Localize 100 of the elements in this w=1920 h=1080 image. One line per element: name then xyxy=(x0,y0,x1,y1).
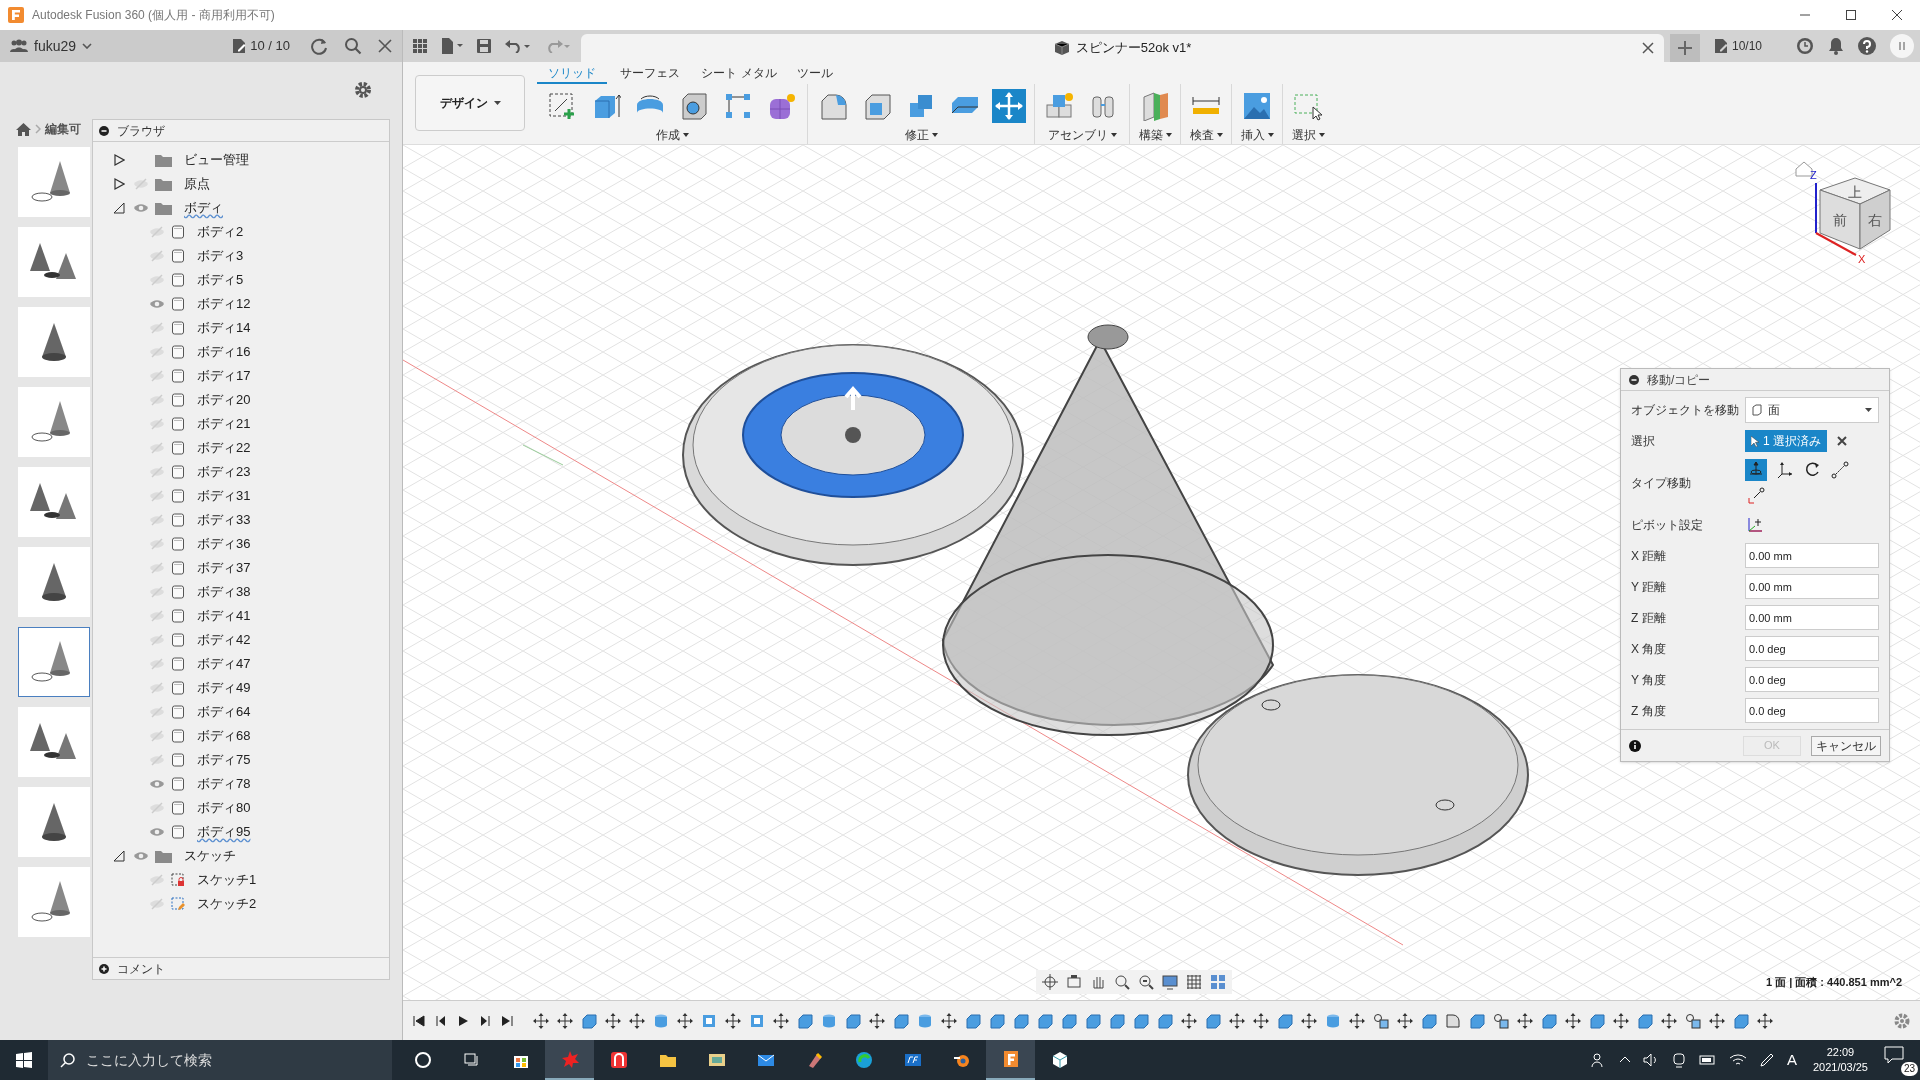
tree-item-label[interactable]: ボディ xyxy=(184,198,223,218)
clear-selection-icon[interactable] xyxy=(1837,436,1847,446)
undo-icon[interactable] xyxy=(505,39,531,53)
free-move-icon[interactable] xyxy=(1745,459,1767,481)
body-feature-icon[interactable] xyxy=(893,1012,909,1029)
fusion-app-icon[interactable] xyxy=(986,1040,1035,1080)
step-back-icon[interactable] xyxy=(435,1014,447,1027)
caret-icon[interactable] xyxy=(1267,133,1274,137)
split-feature-icon[interactable] xyxy=(1493,1012,1509,1029)
cylinder-feature-icon[interactable] xyxy=(653,1012,669,1029)
viewports-icon[interactable] xyxy=(1210,974,1226,990)
tree-item-label[interactable]: ボディ80 xyxy=(197,798,251,818)
body-feature-icon[interactable] xyxy=(1637,1012,1653,1029)
tree-item-label[interactable]: ボディ95 xyxy=(197,822,251,842)
value-input[interactable]: 0.0 deg xyxy=(1745,667,1879,692)
notification-icon[interactable] xyxy=(1884,1046,1904,1064)
body-feature-icon[interactable] xyxy=(1061,1012,1077,1029)
split-feature-icon[interactable] xyxy=(1373,1012,1389,1029)
move-feature-icon[interactable] xyxy=(1613,1012,1629,1029)
tree-item-label[interactable]: スケッチ xyxy=(184,846,236,866)
file-menu-icon[interactable] xyxy=(441,38,463,54)
move-feature-icon[interactable] xyxy=(941,1012,957,1029)
caret-icon[interactable] xyxy=(931,133,938,137)
skip-to-end-icon[interactable] xyxy=(501,1014,513,1027)
collapsed-triangle-icon[interactable] xyxy=(113,154,125,166)
bell-icon[interactable] xyxy=(1828,37,1844,55)
design-thumbnail[interactable] xyxy=(18,627,90,697)
tree-item-label[interactable]: ボディ41 xyxy=(197,606,251,626)
caret-icon[interactable] xyxy=(1318,133,1325,137)
body-feature-icon[interactable] xyxy=(1013,1012,1029,1029)
body-feature-icon[interactable] xyxy=(1469,1012,1485,1029)
tree-item-label[interactable]: ボディ12 xyxy=(197,294,251,314)
design-thumbnail[interactable] xyxy=(18,787,90,857)
ribbon-tab[interactable]: シート メタル xyxy=(693,64,785,84)
move-feature-icon[interactable] xyxy=(1301,1012,1317,1029)
expand-icon[interactable] xyxy=(99,963,109,974)
design-thumbnail[interactable] xyxy=(18,387,90,457)
move-feature-icon[interactable] xyxy=(1709,1012,1725,1029)
fit-icon[interactable] xyxy=(1138,974,1154,990)
team-dropdown[interactable]: fuku29 xyxy=(34,35,93,57)
zoom-icon[interactable] xyxy=(1114,974,1130,990)
pan-icon[interactable] xyxy=(1090,974,1106,990)
fillet-feature-icon[interactable] xyxy=(1445,1012,1461,1029)
move-feature-icon[interactable] xyxy=(1757,1012,1773,1029)
eye-icon[interactable] xyxy=(149,298,165,310)
body-feature-icon[interactable] xyxy=(1205,1012,1221,1029)
body-feature-icon[interactable] xyxy=(1277,1012,1293,1029)
tree-item-label[interactable]: ボディ5 xyxy=(197,270,244,290)
design-thumbnail[interactable] xyxy=(18,707,90,777)
design-thumbnail[interactable] xyxy=(18,307,90,377)
move-feature-icon[interactable] xyxy=(557,1012,573,1029)
collapsed-triangle-icon[interactable] xyxy=(113,178,125,190)
close-icon[interactable] xyxy=(1641,42,1654,54)
tree-item-label[interactable]: ボディ78 xyxy=(197,774,251,794)
body-feature-icon[interactable] xyxy=(1541,1012,1557,1029)
tree-item-label[interactable]: ボディ21 xyxy=(197,414,251,434)
body-feature-icon[interactable] xyxy=(1157,1012,1173,1029)
tree-item-label[interactable]: ボディ20 xyxy=(197,390,251,410)
clock-icon[interactable] xyxy=(1796,37,1814,55)
ribbon-group-menu[interactable]: アセンブリ xyxy=(1047,126,1117,144)
battery-icon[interactable] xyxy=(1698,1054,1717,1066)
tree-item-label[interactable]: ボディ36 xyxy=(197,534,251,554)
settings-icon[interactable] xyxy=(354,80,372,99)
move-feature-icon[interactable] xyxy=(725,1012,741,1029)
close-icon[interactable] xyxy=(1892,10,1902,20)
move-feature-icon[interactable] xyxy=(1397,1012,1413,1029)
pivot-axes-icon[interactable] xyxy=(1747,517,1763,533)
body-feature-icon[interactable] xyxy=(845,1012,861,1029)
tree-item-label[interactable]: ボディ31 xyxy=(197,486,251,506)
collapse-icon[interactable] xyxy=(99,125,109,136)
value-input[interactable]: 0.00 mm xyxy=(1745,543,1879,568)
ribbon-group-menu[interactable]: 構築 xyxy=(1138,126,1172,144)
ribbon-group-menu[interactable]: 挿入 xyxy=(1240,126,1274,144)
move-feature-icon[interactable] xyxy=(1349,1012,1365,1029)
tree-item-label[interactable]: 原点 xyxy=(184,174,210,194)
move-feature-icon[interactable] xyxy=(533,1012,549,1029)
breadcrumb-link[interactable]: 編集可 xyxy=(45,120,81,138)
document-tab[interactable]: スピンナー52ok v1* xyxy=(581,34,1664,62)
timeline-settings-icon[interactable] xyxy=(1894,1012,1910,1029)
move-feature-icon[interactable] xyxy=(1517,1012,1533,1029)
top-face-label[interactable]: 上 xyxy=(1848,184,1862,200)
step-forward-icon[interactable] xyxy=(479,1014,491,1027)
move-feature-icon[interactable] xyxy=(677,1012,693,1029)
front-face-label[interactable]: 前 xyxy=(1833,212,1847,228)
ribbon-group-menu[interactable]: 作成 xyxy=(655,126,689,144)
expanded-triangle-icon[interactable] xyxy=(113,202,125,214)
tree-item-label[interactable]: スケッチ1 xyxy=(197,870,257,890)
tree-item-label[interactable]: ボディ22 xyxy=(197,438,251,458)
body-feature-icon[interactable] xyxy=(965,1012,981,1029)
caret-icon[interactable] xyxy=(493,101,501,105)
grid-menu-icon[interactable] xyxy=(413,39,427,53)
body-feature-icon[interactable] xyxy=(1085,1012,1101,1029)
cylinder-feature-icon[interactable] xyxy=(1325,1012,1341,1029)
ribbon-tab[interactable]: ツール xyxy=(785,64,845,84)
move-feature-icon[interactable] xyxy=(869,1012,885,1029)
cylinder-feature-icon[interactable] xyxy=(917,1012,933,1029)
tree-item-label[interactable]: ボディ42 xyxy=(197,630,251,650)
skip-to-start-icon[interactable] xyxy=(413,1014,425,1027)
caret-icon[interactable] xyxy=(1865,408,1872,412)
eye-icon[interactable] xyxy=(149,778,165,790)
